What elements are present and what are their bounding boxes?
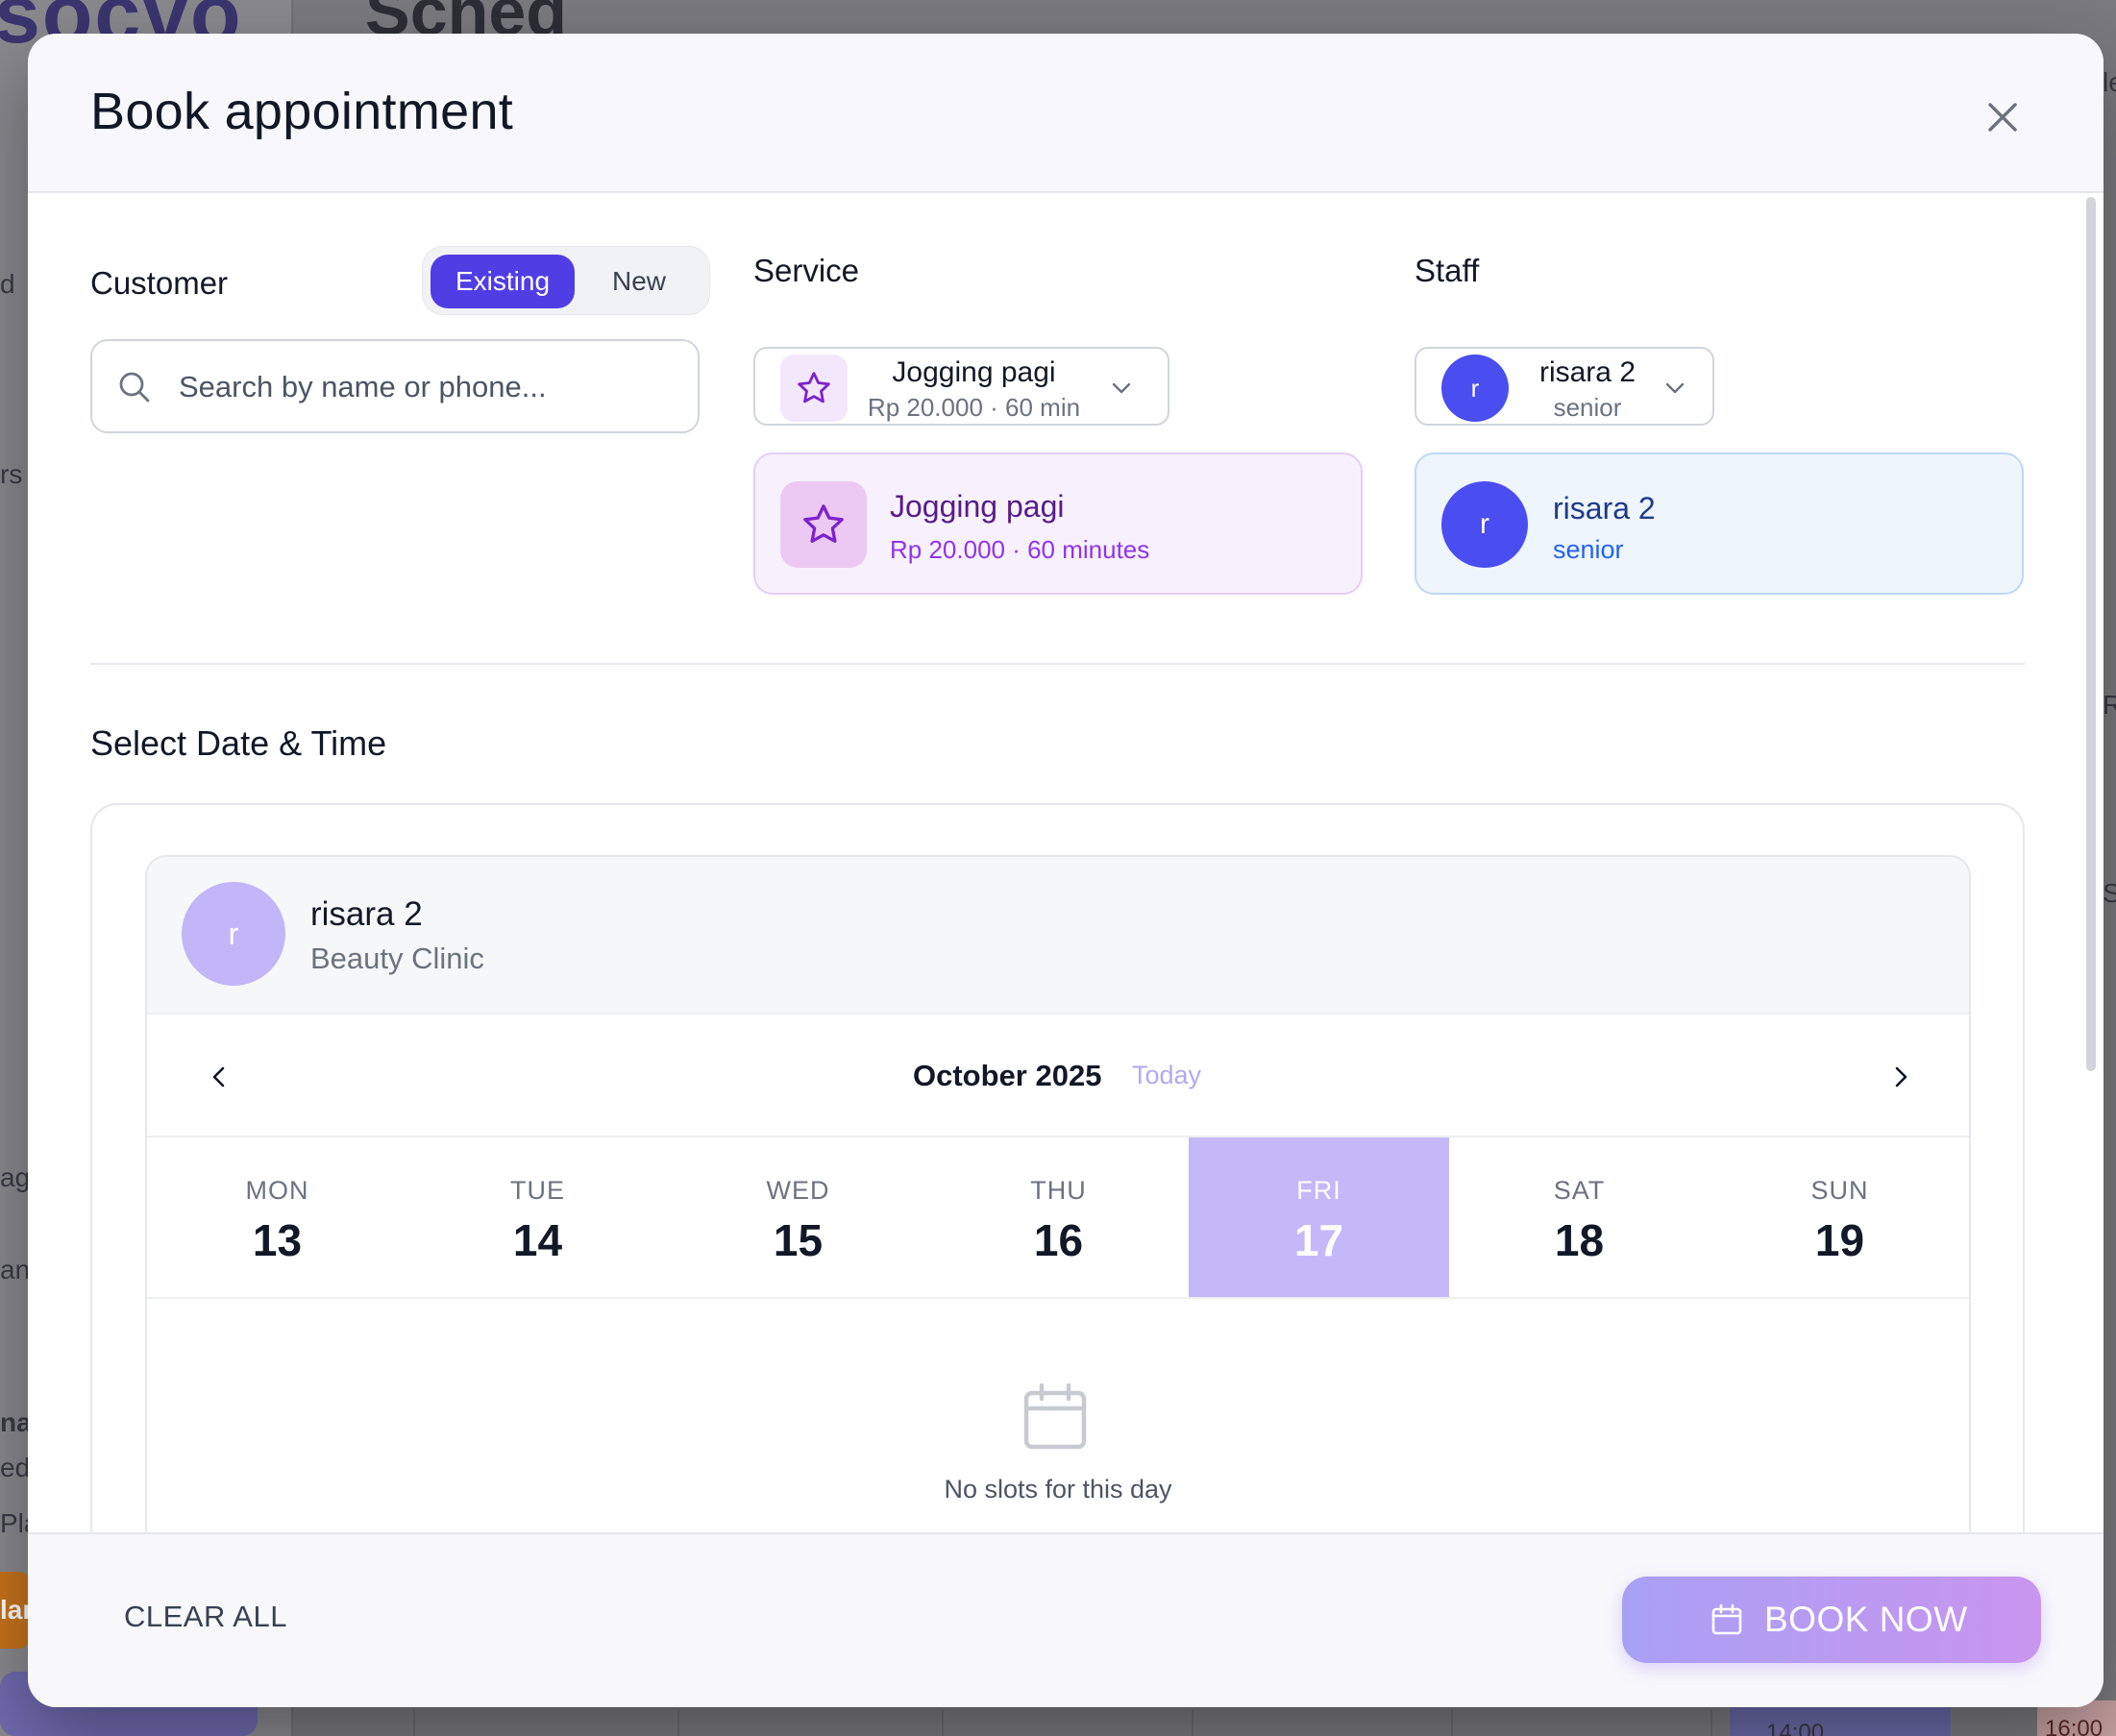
customer-label: Customer [90,265,229,301]
chevron-down-icon [1112,382,1131,394]
existing-customer-tab[interactable]: Existing [431,255,575,308]
calendar-icon [1023,1383,1087,1450]
staff-select-role: senior [1553,393,1622,422]
selected-service-card: Jogging pagi Rp 20.000 · 60 minutes [753,452,1363,595]
month-label: October 2025 [913,1059,1102,1092]
search-icon [119,372,150,403]
day-name: SUN [1810,1176,1869,1205]
schedule-staff-name: risara 2 [310,895,423,933]
chevron-down-icon [1665,382,1685,394]
bg-text-fragment: R [2103,690,2116,720]
day-cell-mon[interactable]: MON 13 [147,1137,407,1297]
date-time-section-title: Select Date & Time [90,723,387,763]
service-select[interactable]: Jogging pagi Rp 20.000 · 60 min [753,347,1169,426]
new-customer-tab[interactable]: New [575,255,703,308]
day-cell-wed[interactable]: WED 15 [668,1137,928,1297]
day-number: 13 [252,1215,303,1265]
no-slots-message: No slots for this day [944,1475,1172,1504]
modal-body: Customer Existing New Service Jogging pa… [28,193,2104,1629]
customer-type-toggle: Existing New [422,246,710,315]
day-cell-sat[interactable]: SAT 18 [1449,1137,1710,1297]
bg-text-fragment: le [2103,67,2116,97]
date-time-panel: r risara 2 Beauty Clinic October 2025 To… [90,803,2025,1629]
service-card-name: Jogging pagi [890,489,1065,524]
day-number: 14 [512,1215,563,1265]
bg-text-fragment: na [0,1407,32,1437]
bg-text-fragment: ag [0,1162,31,1192]
week-days-row: MON 13 TUE 14 WED 15 THU 16 FRI 17 SAT 1… [147,1137,1969,1299]
bg-text-fragment: ed [0,1453,31,1482]
bg-text-fragment: rs [0,459,23,489]
staff-select[interactable]: r risara 2 senior [1415,347,1714,426]
book-now-label: BOOK NOW [1764,1600,1968,1639]
chevron-right-icon[interactable] [1884,1061,1917,1093]
bg-text-fragment: S [2103,878,2116,908]
chevron-left-icon[interactable] [203,1061,235,1093]
service-label: Service [753,253,860,288]
staff-avatar: r [1441,355,1509,422]
bg-text-fragment: 16:00 [2045,1716,2104,1736]
day-name: THU [1030,1176,1087,1205]
bg-text-fragment: 14:00 [1766,1720,1825,1736]
day-name: MON [245,1176,309,1205]
star-icon [803,504,844,543]
day-number: 16 [1033,1215,1084,1265]
book-appointment-modal: Book appointment Customer Existing New S… [28,34,2104,1707]
day-cell-sun[interactable]: SUN 19 [1710,1137,1969,1297]
modal-footer: CLEAR ALL BOOK NOW [28,1532,2104,1707]
modal-title: Book appointment [90,83,514,140]
section-divider [90,663,2025,665]
close-icon [1988,103,2017,132]
day-name: TUE [510,1176,565,1205]
staff-schedule-card: r risara 2 Beauty Clinic October 2025 To… [145,855,1971,1624]
month-navigation: October 2025 Today [147,1015,1969,1137]
selected-staff-card: r risara 2 senior [1415,452,2024,595]
schedule-staff-location: Beauty Clinic [310,941,484,975]
day-number: 15 [773,1215,824,1265]
scrollbar-thumb[interactable] [2086,197,2096,1071]
staff-card-avatar: r [1441,481,1528,568]
staff-card-name: risara 2 [1553,491,1656,526]
service-icon-wrap [780,355,848,422]
day-cell-tue[interactable]: TUE 14 [407,1137,668,1297]
close-button[interactable] [1979,93,2027,141]
avatar: r [182,882,285,986]
service-select-name: Jogging pagi [892,356,1056,388]
bg-text-fragment: an [0,1255,31,1284]
book-now-button[interactable]: BOOK NOW [1622,1577,2041,1663]
day-number: 17 [1293,1215,1344,1265]
staff-card-role: senior [1553,535,1624,564]
day-number: 18 [1554,1215,1605,1265]
customer-search-field[interactable] [90,339,700,433]
day-cell-fri[interactable]: FRI 17 [1189,1137,1449,1297]
staff-select-name: risara 2 [1538,356,1636,388]
service-card-icon-wrap [780,481,867,568]
today-button[interactable]: Today [1132,1061,1201,1090]
bg-text-fragment: d [0,269,15,299]
staff-label: Staff [1415,253,1480,288]
clear-all-button[interactable]: CLEAR ALL [124,1600,287,1634]
modal-scrollbar[interactable] [2084,193,2098,1567]
service-card-meta: Rp 20.000 · 60 minutes [890,535,1150,564]
customer-search-input[interactable] [179,360,678,414]
day-name: SAT [1553,1176,1606,1205]
star-icon [798,372,830,403]
day-number: 19 [1814,1215,1865,1265]
staff-schedule-header: r risara 2 Beauty Clinic [147,857,1969,1015]
service-select-meta: Rp 20.000 · 60 min [867,393,1081,422]
day-cell-thu[interactable]: THU 16 [928,1137,1189,1297]
day-name: WED [766,1176,830,1205]
calendar-icon [1711,1603,1742,1635]
modal-header: Book appointment [28,34,2104,193]
day-name: FRI [1296,1176,1341,1205]
